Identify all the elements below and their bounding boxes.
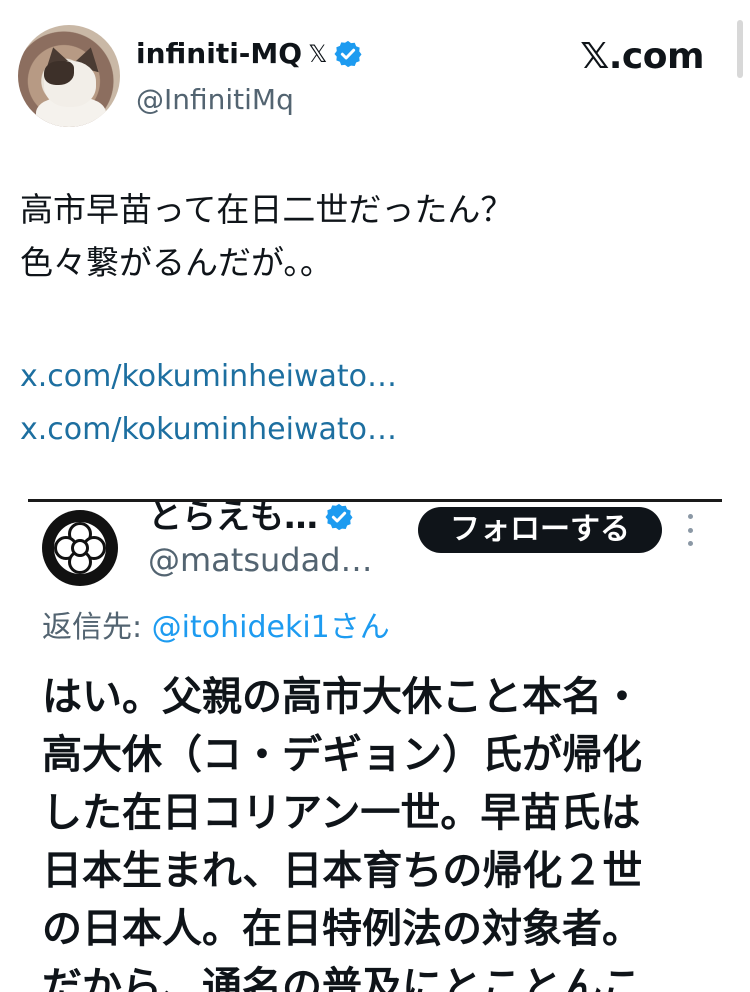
embedded-avatar[interactable] (42, 510, 118, 586)
embedded-post-text: はい。父親の高市大休こと本名・ 高大休（コ・デギョン）氏が帰化 した在日コリアン… (42, 674, 643, 992)
follow-button[interactable]: フォローする (418, 507, 662, 553)
replying-to: 返信先: @itohideki1さん (42, 608, 390, 648)
tweet-link-2[interactable]: x.com/kokuminheiwato… (20, 412, 397, 447)
site-logo[interactable]: 𝕏.com (580, 36, 704, 77)
cat-patch (44, 61, 74, 85)
embedded-post-screenshot: とらえも… @matsudad… フォローする 返信先: @itohideki1… (28, 499, 722, 992)
embedded-display-name[interactable]: とらえも… (148, 502, 318, 534)
embedded-verified-badge-icon (325, 503, 353, 531)
verified-badge-icon (334, 40, 362, 68)
family-crest-icon (54, 522, 106, 574)
author-name-row[interactable]: infiniti-MQ 𝕏 (136, 36, 363, 72)
embedded-handle[interactable]: @matsudad… (148, 540, 373, 580)
author-handle[interactable]: @InfinitiMq (136, 82, 294, 118)
tweet-links: x.com/kokuminheiwato… x.com/kokuminheiwa… (20, 350, 720, 456)
reply-prefix: 返信先: (42, 610, 152, 645)
reply-mention[interactable]: @itohideki1さん (152, 610, 390, 645)
embedded-author-name-row[interactable]: とらえも… (148, 502, 354, 534)
more-options-icon[interactable] (688, 514, 694, 546)
author-display-name[interactable]: infiniti-MQ (136, 36, 302, 72)
avatar[interactable] (18, 25, 120, 127)
scrollbar-thumb[interactable] (737, 20, 743, 78)
tweet-text: 高市早苗って在日二世だったん？ 色々繋がるんだが。。 (20, 190, 514, 282)
tweet-link-1[interactable]: x.com/kokuminheiwato… (20, 359, 397, 394)
x-logo-icon: 𝕏 (308, 40, 328, 68)
